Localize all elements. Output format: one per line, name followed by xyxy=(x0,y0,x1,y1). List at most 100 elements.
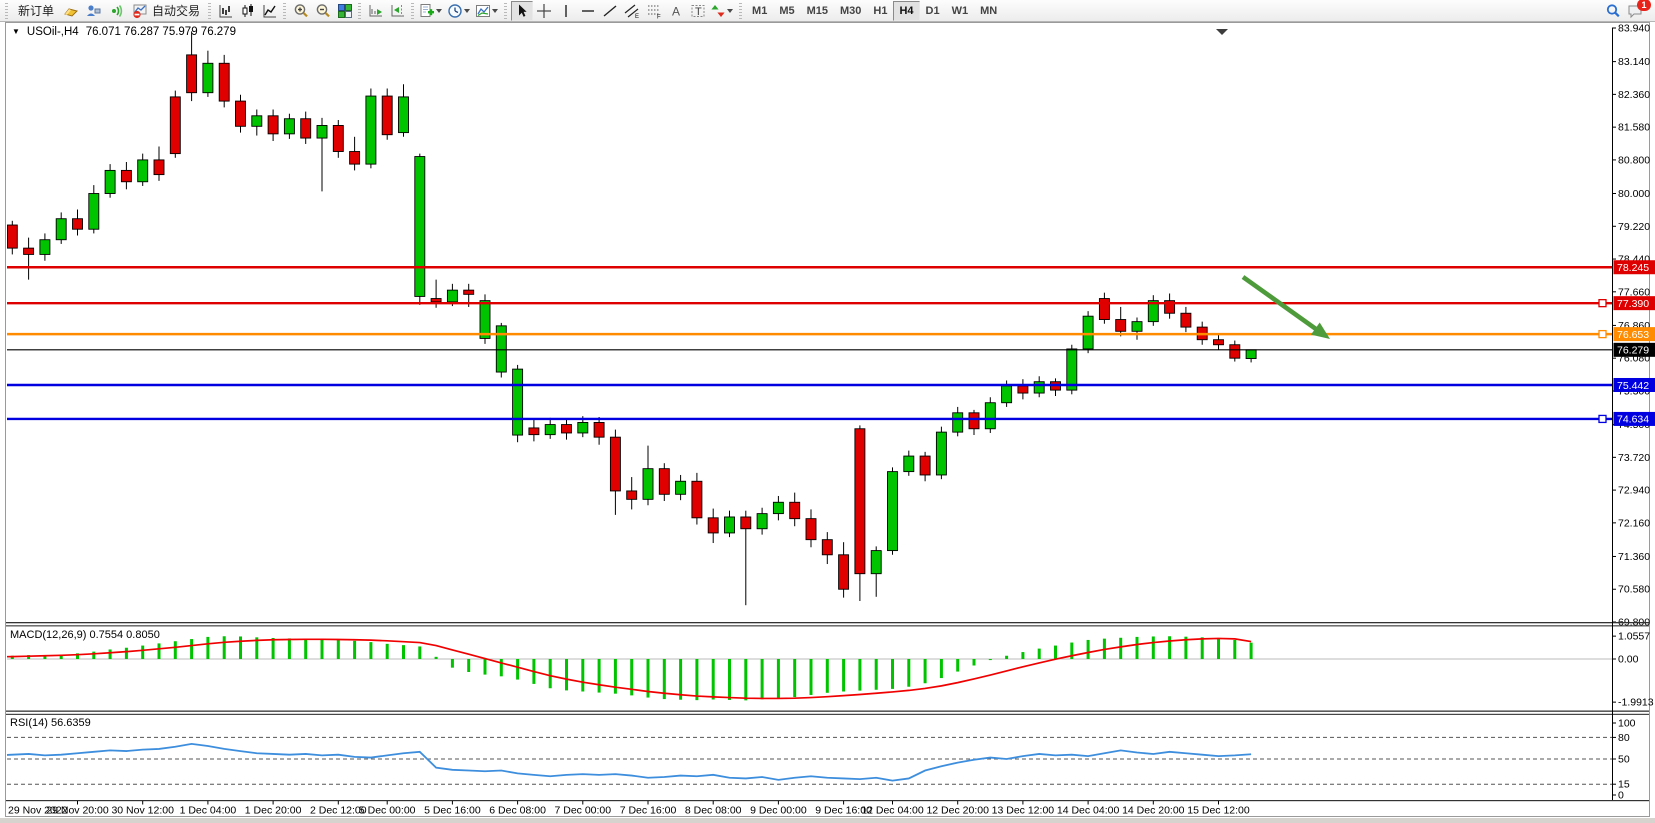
chart-title[interactable]: ▼ USOil-,H4 76.071 76.287 75.979 76.279 xyxy=(12,26,236,38)
macd-name: MACD(12,26,9) xyxy=(10,629,86,641)
toolbar-grip[interactable] xyxy=(504,3,507,19)
price-tick-label: 80.000 xyxy=(1618,188,1650,200)
tab-w1[interactable]: W1 xyxy=(946,1,975,21)
candle-body xyxy=(659,469,669,495)
chart-canvas[interactable]: 83.94083.14082.36081.58080.80080.00079.2… xyxy=(0,0,1655,823)
macd-bar xyxy=(761,659,764,699)
time-tick-label: 14 Dec 20:00 xyxy=(1122,805,1185,817)
candle-body xyxy=(936,432,946,475)
macd-bar xyxy=(1201,637,1204,659)
candle-body xyxy=(219,63,229,101)
toolbar-grip[interactable] xyxy=(208,3,211,19)
price-tick-label: 72.940 xyxy=(1618,485,1650,497)
toolbar-grip[interactable] xyxy=(739,3,742,19)
candle-body xyxy=(1246,350,1256,359)
tab-mn[interactable]: MN xyxy=(974,1,1003,21)
chart-shift-marker[interactable] xyxy=(1216,29,1228,35)
price-tick-label: 81.580 xyxy=(1618,122,1650,134)
candle-body xyxy=(594,422,604,437)
period-button[interactable] xyxy=(446,1,474,21)
candlestick-chart-button[interactable] xyxy=(237,1,259,21)
price-tick-label: 80.800 xyxy=(1618,154,1650,166)
macd-bar xyxy=(842,659,845,691)
search-icon xyxy=(1605,3,1621,19)
tab-h1[interactable]: H1 xyxy=(867,1,893,21)
macd-bar xyxy=(1233,640,1236,659)
line-handle[interactable] xyxy=(1599,415,1606,422)
panel-separator[interactable] xyxy=(6,714,1649,715)
rsi-value: 56.6359 xyxy=(51,717,91,729)
macd-bar xyxy=(1217,638,1220,659)
chat-button[interactable]: 1 xyxy=(1624,1,1646,21)
candle-body xyxy=(382,96,392,135)
macd-bar xyxy=(418,646,421,659)
crosshair-button[interactable] xyxy=(533,1,555,21)
panel-separator[interactable] xyxy=(6,625,1649,626)
candle-body xyxy=(1083,316,1093,349)
tab-m15[interactable]: M15 xyxy=(801,1,834,21)
panel-separator[interactable] xyxy=(6,622,1649,623)
tab-m30[interactable]: M30 xyxy=(834,1,867,21)
macd-bar xyxy=(158,643,161,659)
toolbar-grip[interactable] xyxy=(283,3,286,19)
macd-tick-label: 1.0557 xyxy=(1618,631,1650,643)
autotrading-button[interactable]: 自动交易 xyxy=(126,1,206,21)
line-handle[interactable] xyxy=(1599,331,1606,338)
toolbar-grip[interactable] xyxy=(411,3,414,19)
svg-text:A: A xyxy=(672,4,680,18)
tab-d1[interactable]: D1 xyxy=(920,1,946,21)
tab-m1[interactable]: M1 xyxy=(746,1,773,21)
price-tick-label: 82.360 xyxy=(1618,89,1650,101)
macd-bar xyxy=(695,659,698,700)
tab-h4[interactable]: H4 xyxy=(893,1,919,21)
equidistant-channel-button[interactable]: E xyxy=(621,1,643,21)
chart-shift-button[interactable] xyxy=(387,1,409,21)
horizontal-line-icon xyxy=(580,3,596,19)
text-button[interactable]: A xyxy=(665,1,687,21)
zoom-in-button[interactable] xyxy=(290,1,312,21)
template-button[interactable] xyxy=(474,1,502,21)
candle-body xyxy=(562,425,572,433)
macd-bar xyxy=(614,659,617,694)
horizontal-line-button[interactable] xyxy=(577,1,599,21)
auto-scroll-button[interactable] xyxy=(365,1,387,21)
new-order-button[interactable]: 新订单 xyxy=(12,1,60,21)
line-handle[interactable] xyxy=(1599,300,1606,307)
tile-windows-button[interactable] xyxy=(334,1,356,21)
macd-bar xyxy=(956,659,959,672)
community-button[interactable] xyxy=(82,1,104,21)
tab-m5[interactable]: M5 xyxy=(773,1,800,21)
bar-chart-button[interactable] xyxy=(215,1,237,21)
zoom-out-button[interactable] xyxy=(312,1,334,21)
time-tick-label: 15 Dec 12:00 xyxy=(1187,805,1250,817)
trendline-button[interactable] xyxy=(599,1,621,21)
candle-body xyxy=(692,481,702,518)
gold-ingot-button[interactable] xyxy=(60,1,82,21)
add-indicator-button[interactable] xyxy=(418,1,446,21)
macd-bar xyxy=(92,652,95,659)
svg-text:F: F xyxy=(657,14,661,19)
panel-separator[interactable] xyxy=(6,711,1649,712)
line-chart-button[interactable] xyxy=(259,1,281,21)
macd-values: 0.7554 0.8050 xyxy=(89,629,159,641)
macd-bar xyxy=(190,639,193,659)
macd-bar xyxy=(1152,636,1155,659)
arrows-button[interactable] xyxy=(709,1,737,21)
price-tick-label: 71.360 xyxy=(1618,551,1650,563)
vertical-line-button[interactable] xyxy=(555,1,577,21)
candle-body xyxy=(839,555,849,589)
signals-button[interactable] xyxy=(104,1,126,21)
search-button[interactable] xyxy=(1602,1,1624,21)
fibonacci-button[interactable]: F xyxy=(643,1,665,21)
arrows-icon xyxy=(710,3,726,19)
candle-body xyxy=(284,119,294,134)
macd-bar xyxy=(549,659,552,688)
toolbar-grip[interactable] xyxy=(358,3,361,19)
mt4-terminal: 新订单 自动交易 xyxy=(0,0,1655,823)
cursor-button[interactable] xyxy=(511,1,533,21)
rsi-tick-label: 100 xyxy=(1618,718,1636,730)
text-label-button[interactable]: T xyxy=(687,1,709,21)
signals-icon xyxy=(107,3,123,19)
price-badge-label: 75.442 xyxy=(1617,380,1649,392)
toolbar-grip[interactable] xyxy=(5,3,8,19)
